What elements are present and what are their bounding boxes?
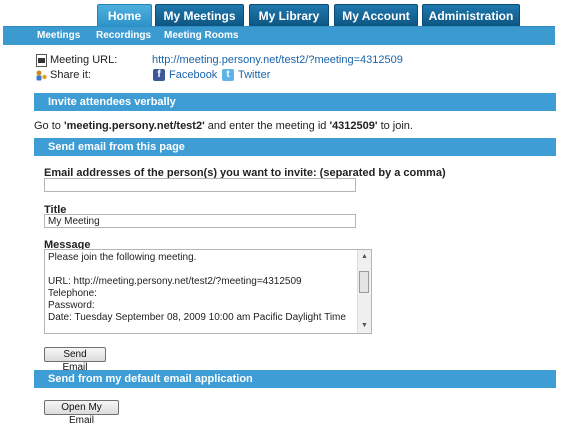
- message-text: Please join the following meeting. URL: …: [48, 252, 346, 323]
- meeting-url-label: Meeting URL:: [50, 54, 118, 66]
- verbal-instructions: Go to 'meeting.persony.net/test2' and en…: [34, 120, 413, 132]
- twitter-link[interactable]: Twitter: [238, 69, 270, 81]
- site-address: 'meeting.persony.net/test2': [63, 120, 205, 132]
- subnav-recordings[interactable]: Recordings: [96, 27, 151, 45]
- meeting-url-link[interactable]: http://meeting.persony.net/test2/?meetin…: [152, 54, 403, 66]
- subnav-meetings[interactable]: Meetings: [37, 27, 80, 45]
- invite-verbally-header: Invite attendees verbally: [34, 93, 556, 111]
- meeting-id: '4312509': [329, 120, 378, 132]
- message-scrollbar[interactable]: ▲ ▼: [357, 250, 371, 333]
- facebook-link[interactable]: Facebook: [169, 69, 217, 81]
- twitter-icon[interactable]: t: [222, 69, 234, 81]
- scroll-thumb[interactable]: [359, 271, 369, 293]
- emails-input[interactable]: [44, 178, 356, 192]
- tab-label: Administration: [428, 9, 514, 23]
- tab-label: My Meetings: [163, 9, 236, 23]
- tab-label: My Account: [342, 9, 410, 23]
- default-app-header: Send from my default email application: [34, 370, 556, 388]
- title-input[interactable]: [44, 214, 356, 228]
- tab-administration[interactable]: Administration: [422, 4, 520, 26]
- scroll-up-arrow-icon[interactable]: ▲: [358, 251, 371, 263]
- send-email-header: Send email from this page: [34, 138, 556, 156]
- scroll-down-arrow-icon[interactable]: ▼: [358, 320, 371, 332]
- instruction-text: to join.: [377, 120, 413, 132]
- share-icon: [36, 70, 47, 81]
- tab-my-meetings[interactable]: My Meetings: [155, 4, 244, 26]
- url-document-icon: [36, 54, 47, 67]
- message-textarea[interactable]: Please join the following meeting. URL: …: [44, 249, 372, 334]
- tab-home[interactable]: Home: [97, 4, 152, 26]
- tab-my-account[interactable]: My Account: [334, 4, 418, 26]
- sub-navigation: Meetings Recordings Meeting Rooms: [3, 26, 555, 45]
- instruction-text: and enter the meeting id: [204, 120, 330, 132]
- send-email-button[interactable]: Send Email: [44, 347, 106, 373]
- share-label: Share it:: [50, 69, 91, 81]
- facebook-icon[interactable]: f: [153, 69, 165, 81]
- open-my-email-button[interactable]: Open My Email: [44, 400, 119, 426]
- tab-label: Home: [107, 9, 142, 23]
- instruction-text: Go to: [34, 120, 64, 132]
- subnav-meeting-rooms[interactable]: Meeting Rooms: [164, 27, 238, 45]
- tab-my-library[interactable]: My Library: [249, 4, 329, 26]
- tab-label: My Library: [258, 9, 320, 23]
